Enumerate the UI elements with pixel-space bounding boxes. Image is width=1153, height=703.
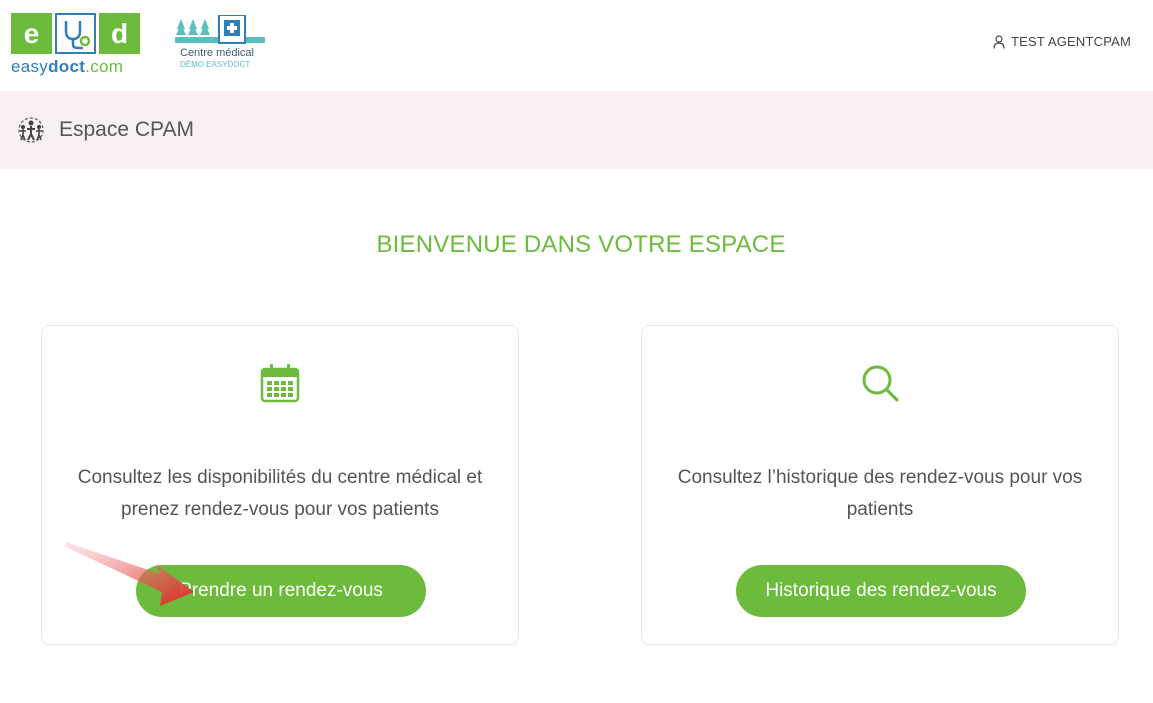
annotation-arrow-icon bbox=[64, 542, 194, 606]
logo-brand: easy bbox=[11, 57, 49, 76]
calendar-icon bbox=[259, 362, 301, 409]
centre-medical-logo: Centre médical DÉMO EASYDOCT bbox=[175, 14, 265, 75]
easydoct-logo[interactable]: e d easydoct.com bbox=[11, 13, 143, 77]
section-title: Espace CPAM bbox=[59, 118, 194, 141]
centre-subtitle: DÉMO EASYDOCT bbox=[180, 60, 251, 69]
card-appointment-history: Consultez l’historique des rendez-vous p… bbox=[641, 325, 1119, 645]
appointment-history-button[interactable]: Historique des rendez-vous bbox=[736, 565, 1026, 617]
card-description: Consultez les disponibilités du centre m… bbox=[77, 467, 483, 520]
logo-tld: .com bbox=[85, 57, 124, 76]
logo-tile-e: e bbox=[11, 13, 52, 54]
logo-brand-bold: doct bbox=[48, 57, 86, 76]
card-description: Consultez l’historique des rendez-vous p… bbox=[677, 467, 1083, 520]
user-name: TEST AGENTCPAM bbox=[1010, 34, 1131, 49]
user-icon bbox=[993, 34, 1005, 49]
stethoscope-icon bbox=[55, 13, 96, 54]
logo-tile-d: d bbox=[99, 13, 140, 54]
search-icon bbox=[859, 362, 901, 409]
centre-trees-icon bbox=[175, 14, 265, 44]
welcome-heading: BIENVENUE DANS VOTRE ESPACE bbox=[376, 231, 786, 258]
logo-wordmark: easydoct.com bbox=[11, 57, 143, 77]
centre-name: Centre médical bbox=[180, 47, 254, 59]
logo-tiles: e d bbox=[11, 13, 143, 54]
people-group-icon bbox=[16, 116, 46, 149]
top-header: e d easydoct.com Centre médical DÉMO EAS… bbox=[0, 0, 1153, 91]
user-menu-link[interactable]: TEST AGENTCPAM bbox=[993, 34, 1131, 49]
